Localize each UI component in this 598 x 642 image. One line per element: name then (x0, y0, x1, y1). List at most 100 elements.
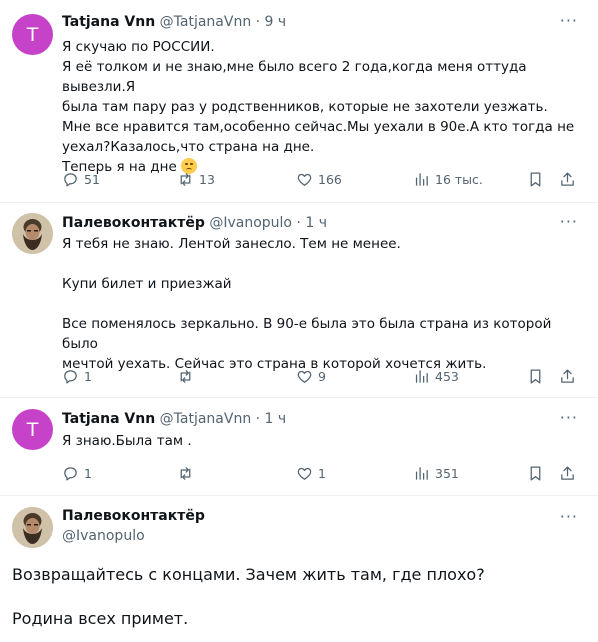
repost-icon (180, 370, 191, 383)
author-handle[interactable]: @TatjanaVnn (160, 14, 252, 30)
reply-button[interactable]: 1 (62, 368, 92, 385)
bearded-man-avatar-icon (12, 213, 53, 254)
tweet-header: Палевоконтактёр @Ivanopulo · 1 ч (62, 214, 327, 232)
share-button[interactable] (559, 465, 576, 486)
share-icon (561, 369, 574, 383)
views-count: 16 тыс. (435, 172, 483, 187)
repost-button[interactable] (177, 465, 199, 482)
tweet-line: Все поменялось зеркально. В 90-е была эт… (62, 316, 552, 352)
reply-button[interactable]: 51 (62, 171, 100, 188)
like-button[interactable]: 1 (296, 465, 326, 482)
author-handle[interactable]: @Ivanopulo (62, 528, 145, 544)
more-options-icon[interactable]: ··· (560, 507, 578, 526)
reply-icon (64, 370, 77, 384)
reply-icon (64, 467, 77, 481)
share-icon (561, 466, 574, 480)
share-icon (561, 172, 574, 186)
action-bar: 1 9 453 (62, 368, 582, 388)
avatar[interactable] (12, 507, 53, 548)
tweet-text: Я тебя не знаю. Лентой занесло. Тем не м… (62, 234, 582, 374)
author-name[interactable]: Палевоконтактёр (62, 215, 205, 231)
more-options-icon[interactable]: ··· (560, 408, 578, 427)
bookmark-icon (530, 466, 541, 481)
views-count: 351 (435, 466, 459, 481)
bookmark-button[interactable] (527, 368, 544, 389)
tweet-line: Возвращайтесь с концами. Зачем жить там,… (12, 565, 485, 584)
tweet-line-blank (62, 254, 582, 274)
like-count: 9 (318, 369, 326, 384)
author-name[interactable]: Палевоконтактёр (62, 508, 205, 524)
views-icon (415, 467, 428, 480)
author-handle[interactable]: @TatjanaVnn (160, 411, 252, 427)
like-button[interactable]: 9 (296, 368, 326, 385)
author-name[interactable]: Tatjana Vnn (62, 14, 155, 30)
tweet-line: Родина всех примет. (12, 609, 189, 628)
separator-dot: · (296, 215, 301, 231)
action-bar: 51 13 166 16 тыс. (62, 171, 582, 191)
timestamp[interactable]: 1 ч (305, 215, 327, 231)
views-button[interactable]: 453 (413, 368, 459, 385)
more-options-icon[interactable]: ··· (560, 212, 578, 231)
action-bar: 1 1 351 (62, 465, 582, 485)
repost-count: 13 (199, 172, 215, 187)
main-tweet[interactable]: Палевоконтактёр @Ivanopulo ··· Возвращай… (0, 496, 598, 642)
separator-dot: · (255, 411, 261, 427)
avatar-letter: T (26, 418, 39, 441)
more-options-icon[interactable]: ··· (560, 11, 578, 30)
views-count: 453 (435, 369, 459, 384)
tweet[interactable]: T Tatjana Vnn @TatjanaVnn · 9 ч ··· Я ск… (0, 0, 598, 202)
author-handle[interactable]: @Ivanopulo (209, 215, 292, 231)
tweet-header: Tatjana Vnn @TatjanaVnn · 9 ч (62, 13, 286, 31)
separator-dot: · (255, 14, 261, 30)
repost-button[interactable]: 13 (177, 171, 215, 188)
tweet-text: Я знаю.Была там . (62, 431, 582, 451)
timestamp[interactable]: 9 ч (265, 14, 287, 30)
avatar-letter: T (26, 23, 39, 46)
tweet-line: Купи билет и приезжай (62, 276, 232, 292)
tweet[interactable]: T Tatjana Vnn @TatjanaVnn · 1 ч ··· Я зн… (0, 398, 598, 495)
tweet[interactable]: Палевоконтактёр @Ivanopulo · 1 ч ··· Я т… (0, 203, 598, 397)
reply-count: 1 (84, 369, 92, 384)
tweet-line: была там пару раз у родственников, котор… (62, 99, 548, 115)
share-button[interactable] (559, 368, 576, 389)
heart-icon (297, 370, 312, 383)
tweet-line: Я её толком и не знаю,мне было всего 2 г… (62, 59, 527, 95)
views-button[interactable]: 351 (413, 465, 459, 482)
tweet-text: Я скучаю по РОССИИ. Я её толком и не зна… (62, 37, 582, 177)
views-icon (415, 370, 428, 383)
tweet-line: Мне все нравится там,особенно сейчас.Мы … (62, 119, 575, 135)
reply-count: 51 (84, 172, 100, 187)
reply-count: 1 (84, 466, 92, 481)
tweet-line: Я тебя не знаю. Лентой занесло. Тем не м… (62, 236, 401, 252)
repost-icon (180, 173, 191, 186)
tweet-line: уехал?Казалось,что страна на дне. (62, 139, 315, 155)
share-button[interactable] (559, 171, 576, 192)
reply-button[interactable]: 1 (62, 465, 92, 482)
avatar[interactable]: T (12, 14, 53, 55)
tweet-text: Возвращайтесь с концами. Зачем жить там,… (12, 564, 582, 630)
tweet-line: Я скучаю по РОССИИ. (62, 39, 215, 55)
bookmark-button[interactable] (527, 465, 544, 486)
repost-icon (180, 467, 191, 480)
avatar[interactable] (12, 213, 53, 254)
heart-icon (297, 467, 312, 480)
views-button[interactable]: 16 тыс. (413, 171, 483, 188)
author-name[interactable]: Tatjana Vnn (62, 411, 155, 427)
tweet-line-blank (12, 586, 582, 608)
heart-icon (297, 173, 312, 186)
like-count: 166 (318, 172, 342, 187)
timestamp[interactable]: 1 ч (265, 411, 287, 427)
like-count: 1 (318, 466, 326, 481)
views-icon (415, 173, 428, 186)
reply-icon (64, 173, 77, 187)
tweet-line: Я знаю.Была там . (62, 433, 192, 449)
bearded-man-avatar-icon (12, 507, 53, 548)
bookmark-icon (530, 172, 541, 187)
bookmark-icon (530, 369, 541, 384)
avatar[interactable]: T (12, 409, 53, 450)
tweet-header: Tatjana Vnn @TatjanaVnn · 1 ч (62, 410, 286, 428)
bookmark-button[interactable] (527, 171, 544, 192)
repost-button[interactable] (177, 368, 199, 385)
tweet-line-blank (62, 294, 582, 314)
like-button[interactable]: 166 (296, 171, 342, 188)
